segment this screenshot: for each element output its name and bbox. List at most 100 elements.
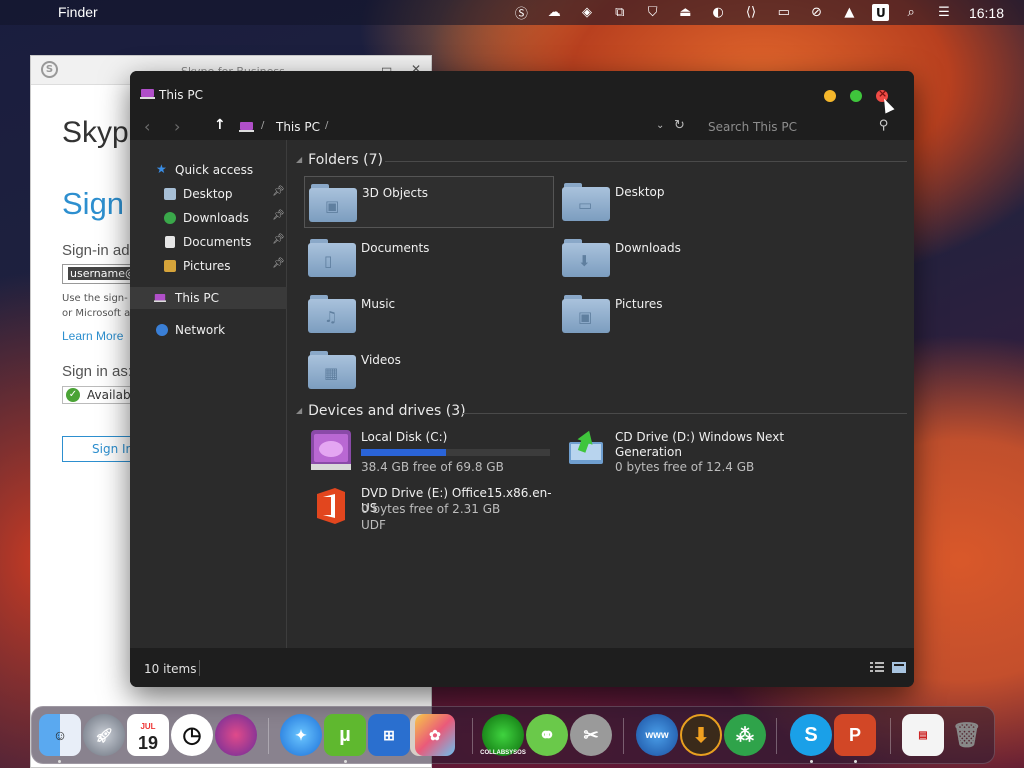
folder-3d-objects[interactable]: ▣ 3D Objects	[304, 176, 554, 228]
upload-icon[interactable]: ⏏	[674, 3, 696, 22]
up-arrow-icon[interactable]: ↑	[214, 117, 226, 133]
folder-icon: ⬇	[562, 239, 610, 277]
dock-macos-icon[interactable]	[215, 714, 257, 756]
sidebar-item-quick-access[interactable]: ★ Quick access	[130, 159, 287, 181]
search-icon[interactable]: ⌕	[900, 3, 922, 22]
drives-group-header[interactable]: ◢ Devices and drives (3)	[296, 403, 466, 419]
dock-document-icon[interactable]: ▤	[902, 714, 944, 756]
address-bar: ‹ › ↑ / This PC / ⌄ ↻ Search This PC ⚲	[130, 115, 914, 140]
refresh-icon[interactable]: ↻	[674, 118, 685, 133]
breadcrumb-this-pc[interactable]: This PC	[276, 120, 320, 134]
folder-videos[interactable]: ▦ Videos	[304, 344, 554, 396]
dock-launchpad-icon[interactable]: 🚀︎	[83, 714, 125, 756]
shield-icon[interactable]: ⛉	[642, 3, 664, 22]
dock-skype-icon[interactable]: S	[790, 714, 832, 756]
search-icon[interactable]: ⚲	[879, 118, 889, 133]
eject-icon[interactable]: ▲	[838, 3, 860, 22]
dock-safari-icon[interactable]: ✦	[280, 714, 322, 756]
malwarebytes-icon[interactable]: ◈	[576, 3, 598, 22]
sidebar-item-documents[interactable]: Documents 📌︎	[130, 231, 287, 253]
skype-icon[interactable]: Ⓢ	[510, 3, 532, 22]
folder-documents[interactable]: ▯ Documents	[304, 232, 554, 284]
dock-globe-icon[interactable]: www	[636, 714, 678, 756]
calendar-day: 19	[137, 733, 159, 753]
code-icon[interactable]: ⟨⟩	[740, 3, 762, 22]
active-app-name[interactable]: Finder	[58, 4, 98, 20]
drive-usage-bar	[361, 449, 550, 456]
drive-free-text: 0 bytes free of 12.4 GB	[615, 460, 755, 474]
dock-photos-icon[interactable]: ✿	[415, 714, 455, 756]
forward-icon[interactable]: ›	[174, 117, 180, 136]
mute-icon[interactable]: ⊘	[806, 3, 828, 22]
dock-link-icon[interactable]: ⚭	[526, 714, 568, 756]
dock-calendar-icon[interactable]: JUL 19	[127, 714, 169, 756]
running-indicator	[344, 760, 347, 763]
display-brightness-icon[interactable]: ◐	[707, 3, 729, 22]
folder-icon: ▣	[562, 295, 610, 333]
status-separator	[199, 660, 200, 676]
minimize-button[interactable]	[824, 90, 836, 102]
item-count: 10 items	[144, 662, 197, 676]
drive-e[interactable]: DVD Drive (E:) Office15.x86.en-US 0 byte…	[304, 484, 564, 536]
folder-name: 3D Objects	[362, 186, 429, 200]
dock-windows-icon[interactable]: ⊞	[368, 714, 410, 756]
dock-utilities-icon[interactable]: ✂	[570, 714, 612, 756]
folder-downloads[interactable]: ⬇ Downloads	[558, 232, 808, 284]
sidebar-item-desktop[interactable]: Desktop 📌︎	[130, 183, 287, 205]
status-tray: Ⓢ ☁ ◈ ⧉ ⛉ ⏏ ◐ ⟨⟩ ▭ ⊘ ▲ U ⌕ ☰ 16:18	[500, 3, 1004, 22]
running-indicator	[854, 760, 857, 763]
menubar-clock[interactable]: 16:18	[969, 3, 1004, 22]
dock-finder-icon[interactable]: ☺	[39, 714, 81, 756]
drives-group-title: Devices and drives (3)	[308, 403, 466, 419]
back-icon[interactable]: ‹	[144, 117, 150, 136]
maximize-button[interactable]	[850, 90, 862, 102]
folder-icon: ▣	[309, 184, 357, 222]
pin-icon[interactable]: 📌︎	[272, 234, 285, 245]
drive-d[interactable]: CD Drive (D:) Windows Next Generation 0 b…	[558, 428, 818, 480]
sidebar-item-downloads[interactable]: Downloads 📌︎	[130, 207, 287, 229]
sidebar-item-pictures[interactable]: Pictures 📌︎	[130, 255, 287, 277]
pin-icon[interactable]: 📌︎	[272, 210, 285, 221]
folders-group-header[interactable]: ◢ Folders (7)	[296, 152, 383, 168]
sidebar-item-label: Quick access	[175, 163, 254, 177]
network-icon[interactable]: ⧉	[609, 3, 631, 22]
collapse-triangle-icon: ◢	[296, 155, 303, 164]
search-input[interactable]: Search This PC	[708, 120, 797, 134]
pin-icon[interactable]: 📌︎	[272, 186, 285, 197]
details-view-icon[interactable]	[870, 662, 884, 673]
dock-network-icon[interactable]: ⁂	[724, 714, 766, 756]
signin-address-label: Sign-in ad	[62, 242, 130, 259]
dock-collabsysos-icon[interactable]: COLLABSYSOS	[480, 714, 526, 756]
running-indicator	[810, 760, 813, 763]
folder-pictures[interactable]: ▣ Pictures	[558, 288, 808, 340]
dock-trash-icon[interactable]: 🗑︎	[946, 714, 988, 756]
history-dropdown-icon[interactable]: ⌄	[656, 120, 664, 131]
folder-icon: ♫	[308, 295, 356, 333]
user-u-icon[interactable]: U	[872, 4, 890, 21]
drive-c[interactable]: Local Disk (C:) 38.4 GB free of 69.8 GB	[304, 428, 554, 480]
sidebar-item-network[interactable]: Network	[130, 319, 287, 341]
pin-icon[interactable]: 📌︎	[272, 258, 285, 269]
control-center-icon[interactable]: ☰	[933, 3, 955, 22]
cd-drive-icon	[569, 430, 603, 464]
dock-separator	[890, 718, 891, 754]
dock-clock-icon[interactable]: ◷	[171, 714, 213, 756]
drive-free-text: 38.4 GB free of 69.8 GB	[361, 460, 504, 474]
documents-icon	[165, 236, 175, 248]
signin-heading: Sign i	[62, 186, 140, 221]
learn-more-link[interactable]: Learn More	[62, 329, 123, 343]
folder-music[interactable]: ♫ Music	[304, 288, 554, 340]
drive-name: CD Drive (D:) Windows Next Generation	[615, 430, 784, 460]
cloud-icon[interactable]: ☁	[543, 3, 565, 22]
dock-downloader-icon[interactable]: ⬇	[680, 714, 722, 756]
drive-usage-fill	[361, 449, 447, 456]
sidebar-item-this-pc[interactable]: This PC	[130, 287, 287, 309]
desktop-glyph: ▭	[578, 196, 593, 214]
sidebar-item-label: Network	[175, 323, 226, 337]
sidebar-item-label: This PC	[175, 291, 219, 305]
folder-desktop[interactable]: ▭ Desktop	[558, 176, 808, 228]
dock-powerpoint-icon[interactable]: P	[834, 714, 876, 756]
monitor-icon[interactable]: ▭	[773, 3, 795, 22]
tiles-view-icon[interactable]	[892, 662, 906, 673]
dock-utorrent-icon[interactable]: µ	[324, 714, 366, 756]
